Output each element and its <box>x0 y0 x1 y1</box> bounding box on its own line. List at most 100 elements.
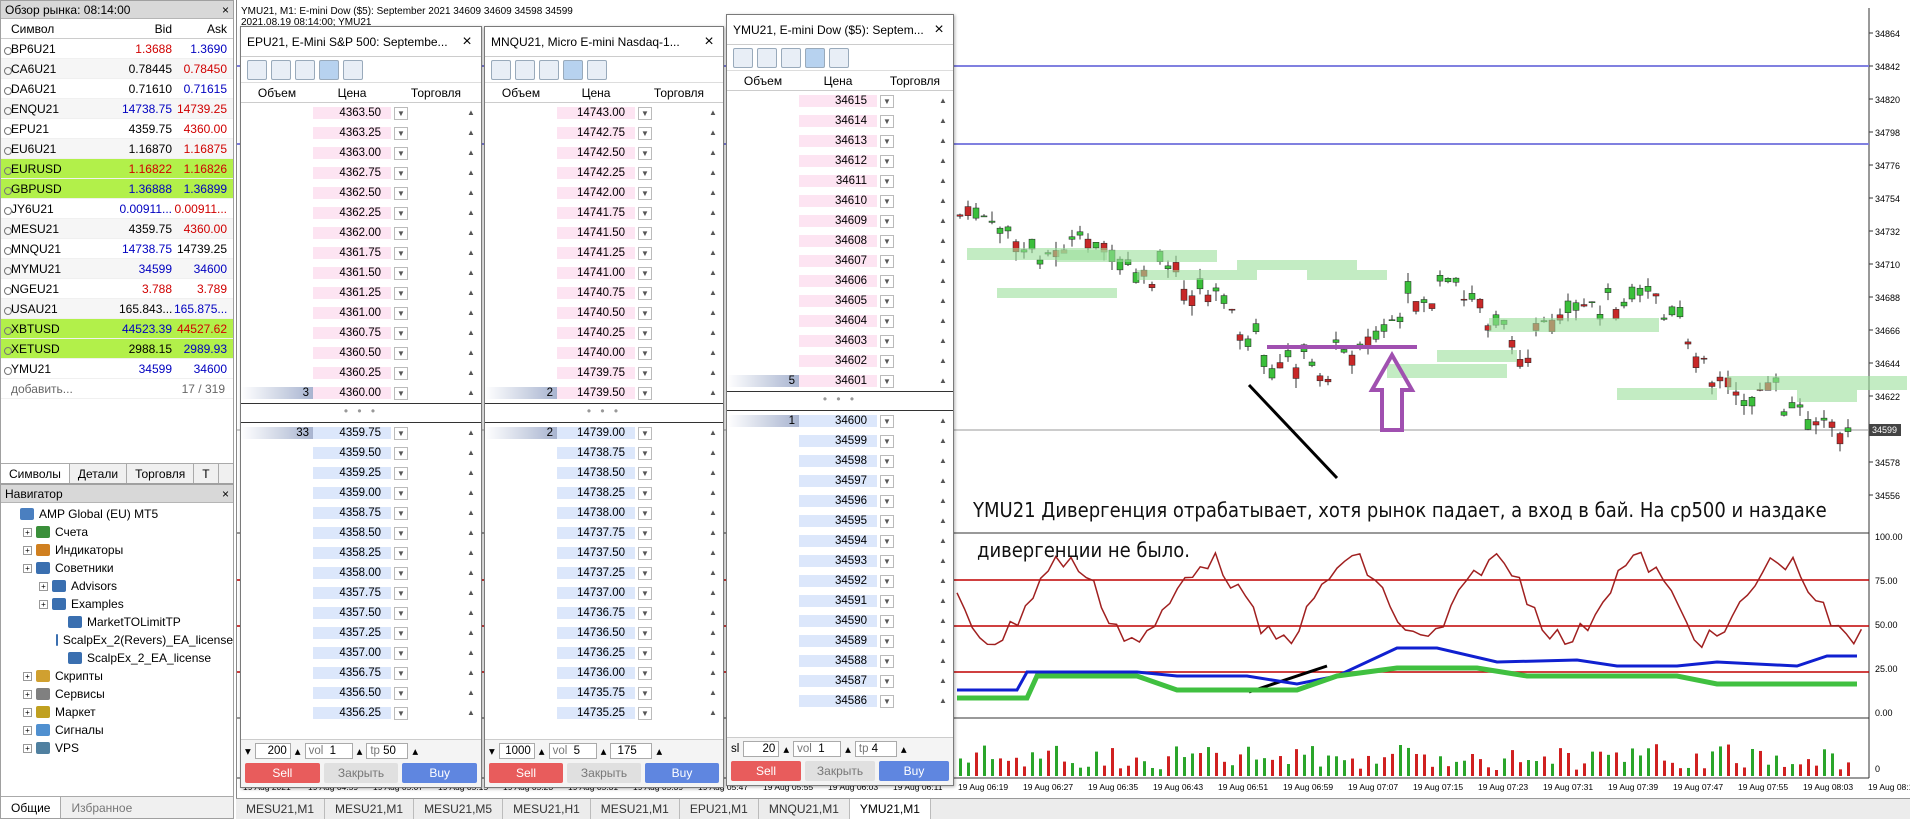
dom-row[interactable]: 34597 ▼ ▲ <box>727 471 953 491</box>
dom-price[interactable]: 4360.00 <box>313 387 391 399</box>
chevron-down-icon[interactable]: ▼ <box>638 146 652 160</box>
dom-row[interactable]: 34590 ▼ ▲ <box>727 611 953 631</box>
chevron-down-icon[interactable]: ▾ <box>245 744 251 758</box>
chevron-down-icon[interactable]: ▼ <box>394 266 408 280</box>
chevron-down-icon[interactable]: ▼ <box>394 526 408 540</box>
dom-window[interactable]: YMU21, E-mini Dow ($5): Septem... × Объе… <box>726 14 954 786</box>
chevron-up-icon[interactable]: ▲ <box>706 486 720 500</box>
chevron-up-icon[interactable]: ▲ <box>464 166 478 180</box>
chevron-down-icon[interactable]: ▼ <box>880 314 894 328</box>
chevron-up-icon[interactable]: ▲ <box>464 566 478 580</box>
col-symbol[interactable]: Символ <box>1 22 119 36</box>
chevron-up-icon[interactable]: ▲ <box>464 226 478 240</box>
dom-row[interactable]: 4357.25 ▼ ▲ <box>241 623 481 643</box>
phone-icon[interactable] <box>563 59 583 80</box>
quantity-input[interactable]: 200 <box>254 743 291 759</box>
chevron-down-icon[interactable]: ▼ <box>880 654 894 668</box>
dom-row[interactable]: 34595 ▼ ▲ <box>727 511 953 531</box>
chevron-down-icon[interactable]: ▼ <box>394 166 408 180</box>
chevron-up-icon[interactable]: ▲ <box>706 386 720 400</box>
symbol-name[interactable]: DA6U21 <box>1 82 119 96</box>
chevron-up-icon[interactable]: ▲ <box>706 206 720 220</box>
chevron-down-icon[interactable]: ▼ <box>394 206 408 220</box>
chevron-up-icon[interactable]: ▲ <box>706 306 720 320</box>
symbol-name[interactable]: EU6U21 <box>1 142 119 156</box>
dom-row[interactable]: 34586 ▼ ▲ <box>727 691 953 711</box>
chart-tab[interactable]: EPU21,M1 <box>680 799 759 819</box>
chevron-up-icon[interactable]: ▲ <box>706 666 720 680</box>
navigator-item-label[interactable]: ScalpEx_2_EA_license <box>87 651 211 665</box>
expand-icon[interactable]: + <box>39 599 48 609</box>
chevron-up-icon[interactable]: ▲ <box>936 274 950 288</box>
chevron-up-icon[interactable]: ▲ <box>464 286 478 300</box>
dom-price[interactable]: 14741.50 <box>557 227 635 239</box>
dom-row[interactable]: 14741.00 ▼ ▲ <box>485 263 723 283</box>
dom-row[interactable]: 34615 ▼ ▲ <box>727 91 953 111</box>
chevron-down-icon[interactable]: ▼ <box>880 454 894 468</box>
dom-price[interactable]: 14742.25 <box>557 167 635 179</box>
chevron-up-icon[interactable]: ▲ <box>936 174 950 188</box>
dom-row[interactable]: 4362.00 ▼ ▲ <box>241 223 481 243</box>
chevron-up-icon[interactable]: ▲ <box>464 706 478 720</box>
chevron-up-icon[interactable]: ▲ <box>936 234 950 248</box>
dom-price[interactable]: 4356.75 <box>313 667 391 679</box>
chevron-up-icon[interactable]: ▲ <box>706 186 720 200</box>
market-watch-row[interactable]: YMU21 34599 34600 <box>1 359 233 379</box>
dom-row[interactable]: 14736.25 ▼ ▲ <box>485 643 723 663</box>
buy-button[interactable]: Buy <box>879 761 949 781</box>
chart-tab[interactable]: MESU21,M1 <box>325 799 415 819</box>
dom-row[interactable]: 34605 ▼ ▲ <box>727 291 953 311</box>
dom-price[interactable]: 4362.00 <box>313 227 391 239</box>
dom-price[interactable]: 34589 <box>799 635 877 647</box>
chart-tab[interactable]: MESU21,M5 <box>414 799 504 819</box>
navigator-item[interactable]: + Индикаторы <box>1 541 233 559</box>
dom-price[interactable]: 14741.00 <box>557 267 635 279</box>
chevron-up-icon[interactable]: ▲ <box>936 554 950 568</box>
dom-row[interactable]: 14742.00 ▼ ▲ <box>485 183 723 203</box>
chevron-down-icon[interactable]: ▼ <box>880 514 894 528</box>
chevron-down-icon[interactable]: ▼ <box>880 674 894 688</box>
dom-row[interactable]: 14741.75 ▼ ▲ <box>485 203 723 223</box>
ladder-icon[interactable] <box>343 59 363 80</box>
market-watch-row[interactable]: JY6U21 0.00911... 0.00911... <box>1 199 233 219</box>
refresh-icon[interactable] <box>539 59 559 80</box>
chevron-up-icon[interactable]: ▲ <box>706 426 720 440</box>
chevron-up-icon[interactable]: ▴ <box>656 744 662 758</box>
dom-price[interactable]: 34609 <box>799 215 877 227</box>
chevron-up-icon[interactable]: ▲ <box>706 326 720 340</box>
dom-titlebar[interactable]: EPU21, E-Mini S&P 500: Septembe... × <box>241 27 481 57</box>
chevron-down-icon[interactable]: ▼ <box>638 546 652 560</box>
chevron-up-icon[interactable]: ▲ <box>464 546 478 560</box>
market-watch-row[interactable]: CA6U21 0.78445 0.78450 <box>1 59 233 79</box>
dom-price[interactable]: 34613 <box>799 135 877 147</box>
dom-price[interactable]: 4361.50 <box>313 267 391 279</box>
chevron-down-icon[interactable]: ▼ <box>638 426 652 440</box>
add-symbol-label[interactable]: добавить... <box>1 382 141 396</box>
symbol-name[interactable]: BP6U21 <box>1 42 119 56</box>
navigator-item[interactable]: + Скрипты <box>1 667 233 685</box>
symbol-name[interactable]: CA6U21 <box>1 62 119 76</box>
tab-more[interactable]: Т <box>194 464 219 483</box>
close-icon[interactable]: × <box>701 33 717 51</box>
dom-row[interactable]: 14736.50 ▼ ▲ <box>485 623 723 643</box>
chevron-up-icon[interactable]: ▲ <box>706 626 720 640</box>
chevron-up-icon[interactable]: ▲ <box>706 346 720 360</box>
dom-window[interactable]: MNQU21, Micro E-mini Nasdaq-1... × Объем… <box>484 26 724 788</box>
chevron-down-icon[interactable]: ▼ <box>880 254 894 268</box>
dom-price[interactable]: 14739.75 <box>557 367 635 379</box>
dom-titlebar[interactable]: MNQU21, Micro E-mini Nasdaq-1... × <box>485 27 723 57</box>
dom-row[interactable]: 14742.75 ▼ ▲ <box>485 123 723 143</box>
symbol-name[interactable]: EPU21 <box>1 122 119 136</box>
chevron-down-icon[interactable]: ▼ <box>638 446 652 460</box>
dom-row[interactable]: 14737.50 ▼ ▲ <box>485 543 723 563</box>
chevron-up-icon[interactable]: ▲ <box>706 686 720 700</box>
dom-row[interactable]: 4362.25 ▼ ▲ <box>241 203 481 223</box>
chevron-down-icon[interactable]: ▼ <box>394 246 408 260</box>
dom-price[interactable]: 4361.25 <box>313 287 391 299</box>
dom-price[interactable]: 4357.00 <box>313 647 391 659</box>
chevron-up-icon[interactable]: ▴ <box>601 744 607 758</box>
chevron-down-icon[interactable]: ▼ <box>880 594 894 608</box>
chevron-up-icon[interactable]: ▲ <box>706 106 720 120</box>
buy-button[interactable]: Buy <box>402 763 478 783</box>
chart-tab[interactable]: MESU21,H1 <box>503 799 591 819</box>
